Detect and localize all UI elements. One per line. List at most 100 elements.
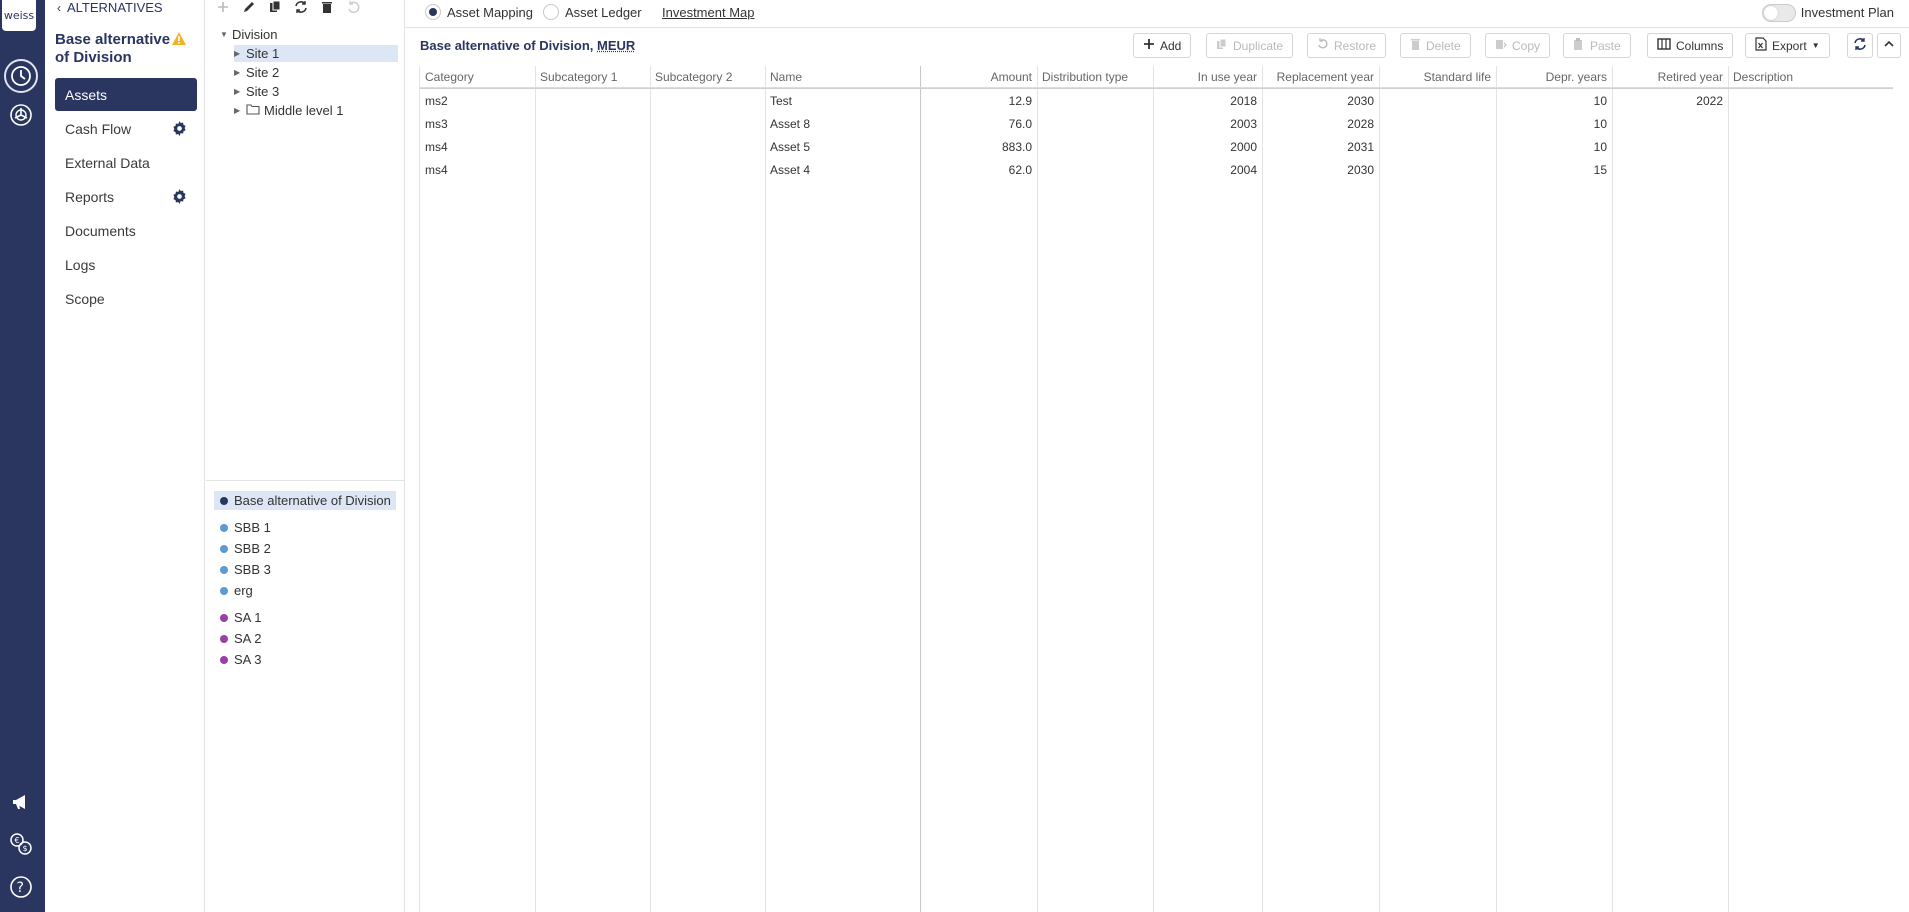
delete-button[interactable]: Delete <box>1400 33 1471 58</box>
table-cell[interactable]: 2018 <box>1153 89 1262 112</box>
unit-label[interactable]: MEUR <box>597 38 635 53</box>
hierarchy-panel: ▼ Division ▶ Site 1 ▶ Site 2 ▶ Site 3 ▶ … <box>206 0 405 912</box>
tree-node-division[interactable]: ▼ Division <box>220 26 278 43</box>
megaphone-icon[interactable] <box>4 785 38 819</box>
button-label: Restore <box>1334 38 1377 53</box>
table-cell[interactable]: 2030 <box>1262 89 1379 112</box>
caret-down-icon[interactable]: ▼ <box>220 30 228 39</box>
table-cell[interactable]: Test <box>765 89 920 112</box>
warning-icon[interactable] <box>171 31 187 51</box>
table-cell[interactable]: 2004 <box>1153 158 1262 181</box>
table-cell[interactable]: 10 <box>1496 135 1612 158</box>
columns-button[interactable]: Columns <box>1647 33 1734 58</box>
nav-item-documents[interactable]: Documents <box>55 214 197 247</box>
nav-item-external-data[interactable]: External Data <box>55 146 197 179</box>
app-logo[interactable]: weiss <box>2 0 36 31</box>
table-cell[interactable]: 62.0 <box>920 158 1037 181</box>
table-cell[interactable]: 2003 <box>1153 112 1262 135</box>
radio-asset-ledger[interactable]: Asset Ledger <box>543 4 642 20</box>
investment-plan-toggle[interactable] <box>1762 4 1796 22</box>
table-cell[interactable]: 10 <box>1496 89 1612 112</box>
export-button[interactable]: Export ▼ <box>1745 33 1830 58</box>
nav-item-cash-flow[interactable]: Cash Flow <box>55 112 197 145</box>
caret-right-icon[interactable]: ▶ <box>234 68 242 77</box>
table-cell[interactable]: 2031 <box>1262 135 1379 158</box>
caret-right-icon[interactable]: ▶ <box>234 106 242 115</box>
nav-item-scope[interactable]: Scope <box>55 282 197 315</box>
investment-map-link[interactable]: Investment Map <box>662 5 755 20</box>
table-cell[interactable]: ms4 <box>420 135 535 158</box>
alternative-item[interactable]: SA 1 <box>214 608 261 627</box>
alternative-label: SBB 1 <box>234 520 271 535</box>
alternative-item[interactable]: Base alternative of Division <box>214 491 396 510</box>
table-cell[interactable]: Asset 5 <box>765 135 920 158</box>
alternative-label: erg <box>234 583 253 598</box>
column-header-subcategory-2[interactable]: Subcategory 2 <box>650 66 765 88</box>
refresh-grid-button[interactable] <box>1847 33 1873 58</box>
column-header-category[interactable]: Category <box>420 66 535 88</box>
duplicate-button[interactable]: Duplicate <box>1206 33 1294 58</box>
caret-right-icon[interactable]: ▶ <box>234 87 242 96</box>
table-cell[interactable]: ms4 <box>420 158 535 181</box>
table-cell[interactable]: ms3 <box>420 112 535 135</box>
table-cell[interactable]: 2022 <box>1612 89 1728 112</box>
copy-icon[interactable] <box>268 0 282 19</box>
column-header-description[interactable]: Description <box>1728 66 1893 88</box>
column-header-standard-life[interactable]: Standard life <box>1379 66 1496 88</box>
column-header-depr-years[interactable]: Depr. years <box>1496 66 1612 88</box>
tree-node-site-2[interactable]: ▶ Site 2 <box>234 64 279 81</box>
collapse-button[interactable] <box>1877 33 1901 58</box>
trash-icon[interactable] <box>320 0 334 19</box>
alternative-item[interactable]: SA 2 <box>214 629 261 648</box>
gear-icon[interactable] <box>172 121 187 139</box>
help-icon[interactable]: ? <box>4 870 38 904</box>
refresh-icon[interactable] <box>294 0 308 19</box>
column-header-name[interactable]: Name <box>765 66 920 88</box>
table-cell[interactable]: 2030 <box>1262 158 1379 181</box>
table-cell[interactable]: 2000 <box>1153 135 1262 158</box>
column-header-retired-year[interactable]: Retired year <box>1612 66 1728 88</box>
table-cell[interactable]: 12.9 <box>920 89 1037 112</box>
radio-asset-mapping[interactable]: Asset Mapping <box>425 4 533 20</box>
undo-icon[interactable] <box>346 0 360 19</box>
alternative-item[interactable]: erg <box>214 581 253 600</box>
tree-node-site-1[interactable]: ▶ Site 1 <box>234 45 398 62</box>
table-cell[interactable]: ms2 <box>420 89 535 112</box>
column-header-distribution-type[interactable]: Distribution type <box>1037 66 1153 88</box>
alternative-item[interactable]: SBB 3 <box>214 560 271 579</box>
table-cell[interactable]: 10 <box>1496 112 1612 135</box>
tree-node-middle-level-1[interactable]: ▶ Middle level 1 <box>234 102 344 119</box>
back-label: ALTERNATIVES <box>67 0 163 15</box>
add-icon[interactable] <box>216 0 230 19</box>
copy-button[interactable]: Copy <box>1485 33 1551 58</box>
tree-node-site-3[interactable]: ▶ Site 3 <box>234 83 279 100</box>
edit-icon[interactable] <box>242 0 256 19</box>
excel-file-icon <box>1755 37 1767 54</box>
column-header-subcategory-1[interactable]: Subcategory 1 <box>535 66 650 88</box>
currency-exchange-icon[interactable]: € $ <box>4 827 38 861</box>
clock-icon[interactable] <box>4 59 38 93</box>
caret-right-icon[interactable]: ▶ <box>234 49 242 58</box>
chart-pie-icon[interactable] <box>4 98 38 132</box>
column-header-in-use-year[interactable]: In use year <box>1153 66 1262 88</box>
table-cell[interactable]: 883.0 <box>920 135 1037 158</box>
table-cell[interactable]: 2028 <box>1262 112 1379 135</box>
table-cell[interactable]: Asset 4 <box>765 158 920 181</box>
table-cell[interactable]: 15 <box>1496 158 1612 181</box>
alternative-item[interactable]: SBB 2 <box>214 539 271 558</box>
column-header-replacement-year[interactable]: Replacement year <box>1262 66 1379 88</box>
tree-node-label: Site 3 <box>246 84 280 99</box>
back-to-alternatives-link[interactable]: ‹ ALTERNATIVES <box>57 0 163 15</box>
table-cell[interactable]: 76.0 <box>920 112 1037 135</box>
gear-icon[interactable] <box>172 189 187 207</box>
nav-item-assets[interactable]: Assets <box>55 78 197 111</box>
alternative-item[interactable]: SA 3 <box>214 650 261 669</box>
paste-button[interactable]: Paste <box>1563 33 1631 58</box>
nav-item-logs[interactable]: Logs <box>55 248 197 281</box>
restore-button[interactable]: Restore <box>1307 33 1387 58</box>
nav-item-reports[interactable]: Reports <box>55 180 197 213</box>
alternative-item[interactable]: SBB 1 <box>214 518 271 537</box>
table-cell[interactable]: Asset 8 <box>765 112 920 135</box>
add-button[interactable]: Add <box>1133 33 1192 58</box>
column-header-amount[interactable]: Amount <box>920 66 1037 88</box>
